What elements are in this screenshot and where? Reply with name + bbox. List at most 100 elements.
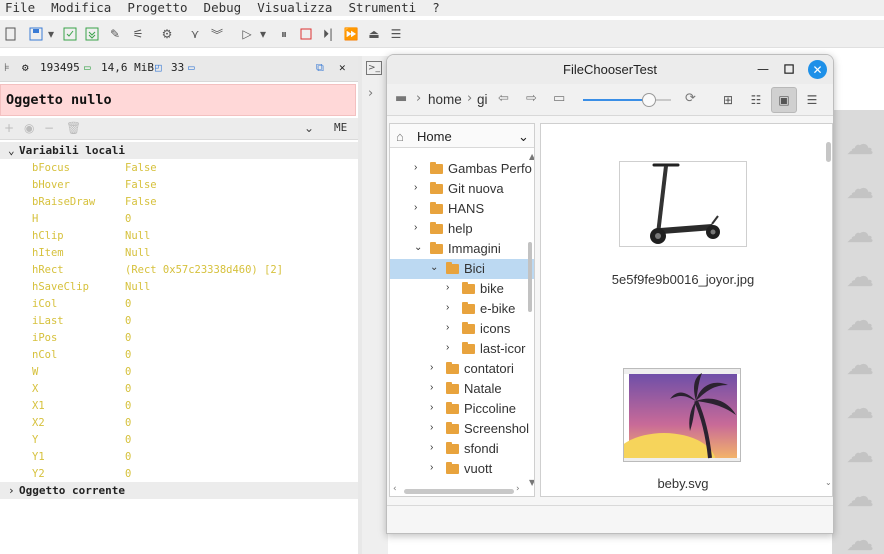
menu-modifica[interactable]: Modifica — [47, 1, 123, 15]
compile-all-icon[interactable] — [83, 25, 101, 43]
zoom-slider[interactable] — [583, 93, 671, 107]
variable-row[interactable]: Y1 0 — [0, 449, 358, 466]
tree-item[interactable]: ⌄ Immagini — [390, 239, 534, 259]
tree-scrollbar[interactable] — [528, 242, 532, 312]
preview-view-icon[interactable]: ▣ — [771, 87, 797, 113]
chevron-down-icon[interactable]: ⌄ — [304, 121, 314, 135]
scroll-up-icon[interactable]: ▲ — [529, 152, 534, 161]
chevron-right-icon[interactable]: › — [430, 362, 433, 373]
file-grid-scrollbar[interactable] — [826, 142, 831, 162]
menu-progetto[interactable]: Progetto — [123, 1, 199, 15]
step-icon[interactable]: ⋎ — [186, 25, 204, 43]
step-over-icon[interactable]: ︾ — [208, 25, 226, 43]
pause-icon[interactable]: ⏸ — [275, 25, 293, 43]
menu-file[interactable]: File — [0, 1, 47, 15]
chevron-right-icon[interactable]: › — [414, 222, 417, 233]
chevron-right-icon[interactable]: › — [414, 162, 417, 173]
scroll-left-icon[interactable]: ‹ — [393, 484, 397, 494]
variable-row[interactable]: W0 — [0, 364, 358, 381]
stop-icon[interactable] — [297, 25, 315, 43]
menu-visualizza[interactable]: Visualizza — [253, 1, 344, 15]
tree-item[interactable]: › contatori — [390, 359, 534, 379]
tree-root[interactable]: ⌂ Home ⌄ — [390, 124, 534, 148]
refresh-icon[interactable]: ⟳ — [685, 91, 696, 106]
chevron-right-icon[interactable]: › — [446, 282, 449, 293]
parent-icon[interactable]: ▭ — [553, 91, 565, 106]
file-name[interactable]: beby.svg — [541, 476, 825, 491]
tree-item[interactable]: ⌄ Bici — [390, 259, 534, 279]
forward-icon[interactable]: ⇨ — [526, 91, 537, 106]
computer-icon[interactable]: ▬ — [395, 91, 407, 106]
step-into-icon[interactable]: ⏵| — [319, 25, 337, 43]
maximize-icon[interactable] — [781, 61, 797, 77]
edit-icon[interactable]: ✎ — [106, 25, 124, 43]
watch-icon[interactable]: ◉ — [24, 121, 34, 135]
chevron-right-icon[interactable]: › — [446, 322, 449, 333]
remove-icon[interactable]: − — [44, 121, 54, 135]
arrow-right-icon[interactable]: › — [368, 86, 373, 101]
scroll-right-icon[interactable]: › — [516, 484, 520, 494]
chevron-right-icon[interactable]: › — [430, 402, 433, 413]
variable-row[interactable]: hSaveClip Null — [0, 279, 358, 296]
settings-icon[interactable]: ⚙ — [158, 25, 176, 43]
tree-item[interactable]: › HANS — [390, 199, 534, 219]
variable-row[interactable]: iCol 0 — [0, 296, 358, 313]
close-icon[interactable]: ✕ — [808, 60, 827, 79]
lines-icon[interactable]: ☰ — [387, 25, 405, 43]
variable-row[interactable]: hRect (Rect 0x57c23338d460) [2] — [0, 262, 358, 279]
tree-item[interactable]: › Git nuova — [390, 179, 534, 199]
dropdown-icon[interactable]: ▾ — [42, 25, 60, 43]
chevron-right-icon[interactable]: › — [414, 182, 417, 193]
close-panel-icon[interactable]: ✕ — [339, 61, 346, 74]
detach-icon[interactable]: ⧉ — [316, 61, 324, 75]
detail-view-icon[interactable]: ☰ — [799, 87, 825, 113]
variable-row[interactable]: hClip Null — [0, 228, 358, 245]
menu-strumenti[interactable]: Strumenti — [344, 1, 428, 15]
chevron-right-icon[interactable]: › — [430, 442, 433, 453]
new-file-icon[interactable] — [2, 25, 20, 43]
chevron-down-icon[interactable]: ⌄ — [518, 129, 529, 145]
scroll-down-icon[interactable]: ⌄ — [825, 478, 832, 487]
variable-row[interactable]: X1 0 — [0, 398, 358, 415]
add-icon[interactable]: + — [4, 121, 14, 135]
variable-row[interactable]: hItem Null — [0, 245, 358, 262]
chevron-down-icon[interactable]: ⌄ — [430, 262, 438, 273]
icon-view-icon[interactable]: ⊞ — [715, 87, 741, 113]
minimize-icon[interactable]: — — [755, 61, 771, 77]
compile-icon[interactable] — [61, 25, 79, 43]
menu-debug[interactable]: Debug — [200, 1, 254, 15]
variable-row[interactable]: bFocus False — [0, 160, 358, 177]
breadcrumb-home[interactable]: home — [428, 92, 462, 107]
chevron-right-icon[interactable]: › — [430, 422, 433, 433]
scroll-down-icon[interactable]: ▼ — [529, 478, 534, 487]
chevron-right-icon[interactable]: › — [414, 202, 417, 213]
tree-item[interactable]: › e-bike — [390, 299, 534, 319]
tree-item[interactable]: › icons — [390, 319, 534, 339]
back-icon[interactable]: ⇦ — [498, 91, 509, 106]
variable-row[interactable]: bHover False — [0, 177, 358, 194]
variable-row[interactable]: X2 0 — [0, 415, 358, 432]
file-thumbnail-scooter[interactable] — [619, 161, 747, 247]
tree-item[interactable]: › sfondi — [390, 439, 534, 459]
tree-item[interactable]: › Natale — [390, 379, 534, 399]
chevron-right-icon[interactable]: › — [430, 462, 433, 473]
zoom-slider-knob[interactable] — [642, 93, 656, 107]
variable-row[interactable]: nCol 0 — [0, 347, 358, 364]
trash-icon[interactable]: 🗑 — [66, 121, 81, 135]
chevron-right-icon[interactable]: › — [446, 342, 449, 353]
locals-section[interactable]: ⌄ Variabili locali — [0, 142, 358, 159]
me-label[interactable]: ME — [334, 121, 347, 134]
compact-view-icon[interactable]: ☷ — [743, 87, 769, 113]
menu-help[interactable]: ? — [428, 1, 452, 15]
tree-item[interactable]: › Gambas Perfo — [390, 159, 534, 179]
eject-icon[interactable]: ⏏ — [365, 25, 383, 43]
terminal-icon[interactable]: >_ — [366, 61, 382, 75]
properties-icon[interactable]: ⚟ — [129, 25, 147, 43]
variable-row[interactable]: Y2 0 — [0, 466, 358, 483]
chevron-right-icon[interactable]: › — [446, 302, 449, 313]
breadcrumb-current[interactable]: gi — [477, 92, 488, 107]
tree-item[interactable]: › Piccoline — [390, 399, 534, 419]
current-object-section[interactable]: › Oggetto corrente — [0, 482, 358, 499]
run-dropdown-icon[interactable]: ▾ — [254, 25, 272, 43]
tree-item[interactable]: › Screenshol — [390, 419, 534, 439]
